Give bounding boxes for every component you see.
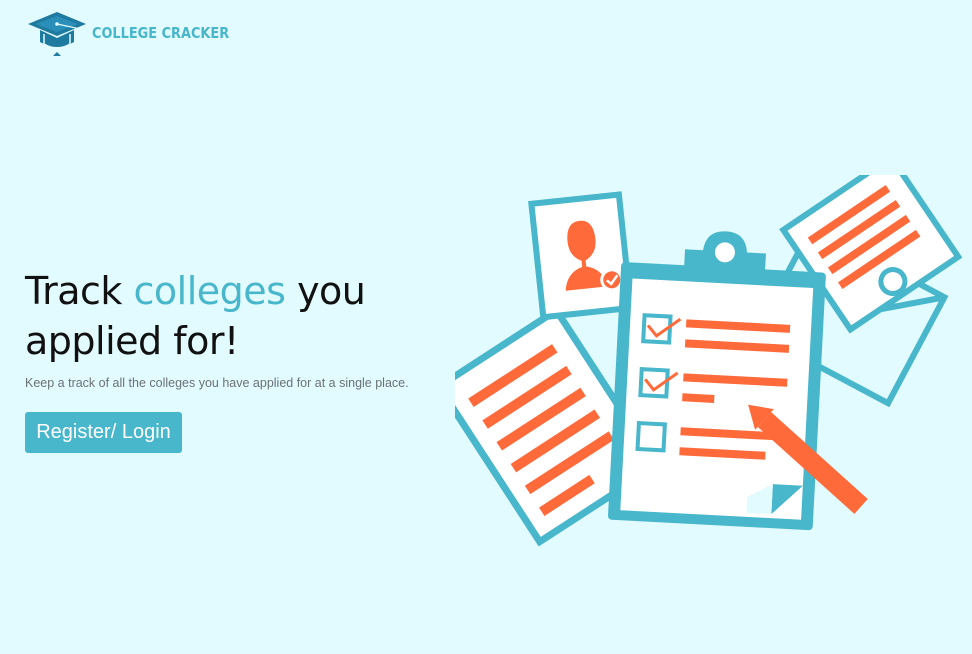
- graduation-cap-icon: [28, 12, 86, 56]
- hero-title-part2: you: [297, 269, 366, 313]
- hero-title-part1: Track: [25, 269, 122, 313]
- brand[interactable]: COLLEGE CRACKER: [26, 8, 252, 56]
- landing-page: COLLEGE CRACKER Track colleges you appli…: [0, 0, 972, 654]
- hero-title-line2: applied for!: [25, 319, 239, 363]
- brand-name: COLLEGE CRACKER: [92, 24, 230, 42]
- hero-section: Track colleges you applied for! Keep a t…: [25, 266, 455, 453]
- register-login-button[interactable]: Register/ Login: [25, 412, 182, 453]
- hero-title: Track colleges you applied for!: [25, 266, 455, 366]
- hero-title-accent: colleges: [133, 269, 286, 313]
- hero-subtitle: Keep a track of all the colleges you hav…: [25, 376, 409, 390]
- application-checklist-illustration: [455, 175, 963, 547]
